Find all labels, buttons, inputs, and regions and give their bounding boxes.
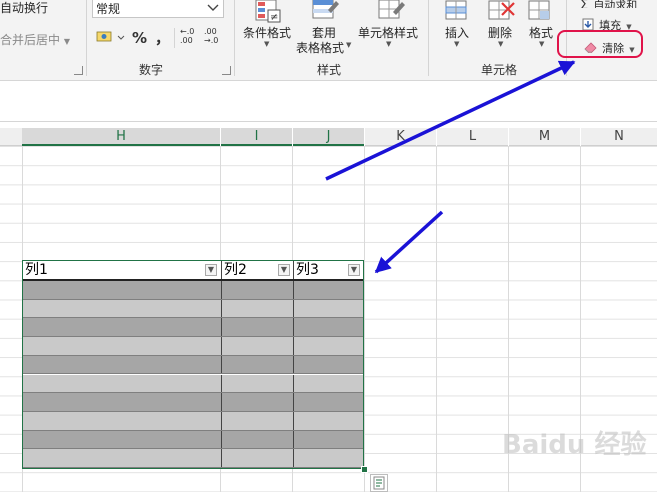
watermark: Baidu 经验 bbox=[502, 430, 647, 460]
annotation-arrow bbox=[325, 60, 576, 181]
annotation-arrow bbox=[374, 210, 444, 274]
annotation-arrows bbox=[325, 60, 576, 274]
